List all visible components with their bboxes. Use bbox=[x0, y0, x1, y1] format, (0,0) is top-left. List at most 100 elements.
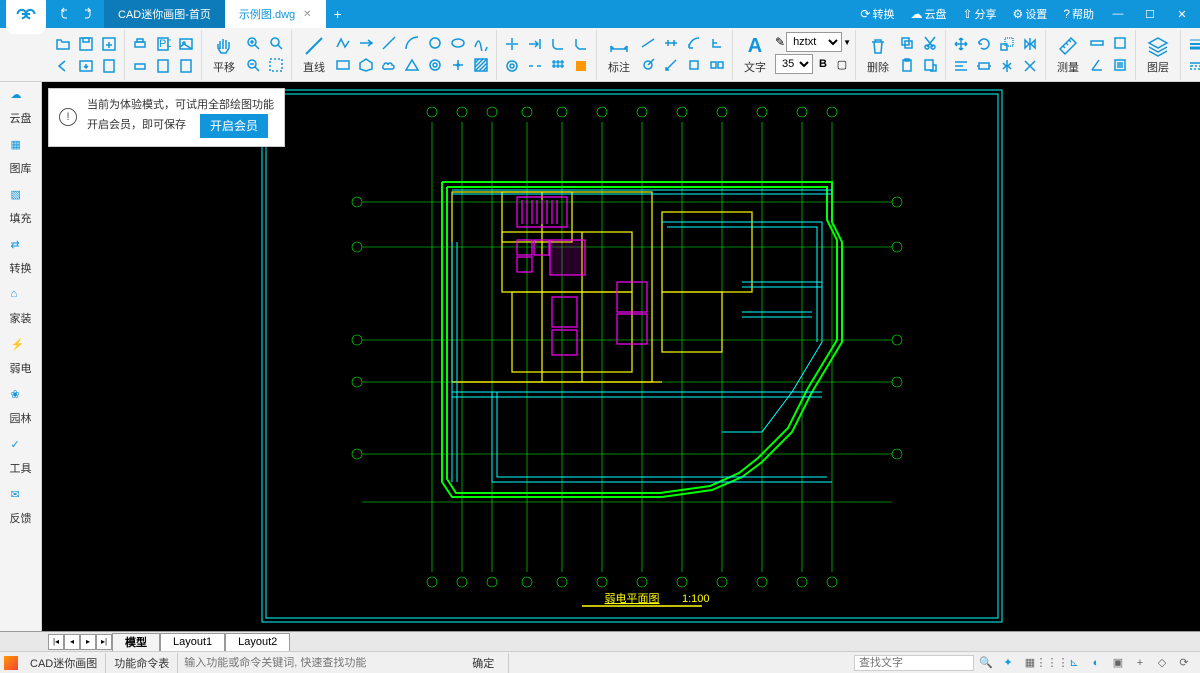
list-icon[interactable] bbox=[1109, 54, 1131, 76]
dim7-icon[interactable] bbox=[683, 54, 705, 76]
tab-layout1[interactable]: Layout1 bbox=[160, 633, 225, 651]
text-tool[interactable]: A 文字 bbox=[737, 32, 773, 77]
extend-icon[interactable] bbox=[524, 33, 546, 55]
maximize-button[interactable]: ☐ bbox=[1136, 0, 1164, 28]
settings-button[interactable]: ⚙ 设置 bbox=[1007, 2, 1054, 26]
help-button[interactable]: ? 帮助 bbox=[1057, 2, 1100, 26]
nav-last[interactable]: ▸| bbox=[96, 634, 112, 650]
sidebar-item-home[interactable]: ⌂家装 bbox=[0, 282, 41, 332]
search-icon[interactable]: 🔍 bbox=[976, 654, 996, 672]
ray-icon[interactable] bbox=[355, 32, 377, 54]
saveas-icon[interactable] bbox=[98, 33, 120, 55]
zoomout-icon[interactable] bbox=[242, 54, 264, 76]
new-icon[interactable] bbox=[98, 55, 120, 77]
paste2-icon[interactable] bbox=[919, 54, 941, 76]
hatch-icon[interactable] bbox=[470, 54, 492, 76]
sidebar-item-fill[interactable]: ▧填充 bbox=[0, 182, 41, 232]
copy-icon[interactable] bbox=[896, 32, 918, 54]
rect-icon[interactable] bbox=[332, 54, 354, 76]
image-icon[interactable] bbox=[175, 33, 197, 55]
undo-button[interactable] bbox=[52, 2, 76, 26]
dist-icon[interactable] bbox=[1086, 32, 1108, 54]
tab-layout2[interactable]: Layout2 bbox=[225, 633, 290, 651]
osnap-icon[interactable]: ▣ bbox=[1108, 654, 1128, 672]
frame-button[interactable]: ▢ bbox=[833, 55, 851, 73]
sidebar-item-garden[interactable]: ❀园林 bbox=[0, 382, 41, 432]
export-icon[interactable] bbox=[75, 55, 97, 77]
snap-icon[interactable]: ✦ bbox=[998, 654, 1018, 672]
ortho-icon[interactable]: ⊾ bbox=[1064, 654, 1084, 672]
sync-icon[interactable]: ⟳ bbox=[1174, 654, 1194, 672]
cut-icon[interactable] bbox=[919, 32, 941, 54]
dim5-icon[interactable] bbox=[637, 54, 659, 76]
offset-icon[interactable] bbox=[501, 55, 523, 77]
redo-button[interactable] bbox=[76, 2, 100, 26]
polyline-icon[interactable] bbox=[332, 32, 354, 54]
layer-tool[interactable]: 图层 bbox=[1140, 32, 1176, 77]
cloud-button[interactable]: ☁ 云盘 bbox=[904, 2, 952, 26]
dim8-icon[interactable] bbox=[706, 54, 728, 76]
area-icon[interactable] bbox=[1109, 32, 1131, 54]
font-select[interactable]: hztxt bbox=[786, 32, 842, 52]
zoomin-icon[interactable] bbox=[242, 32, 264, 54]
stretch-icon[interactable] bbox=[973, 55, 995, 77]
upgrade-button[interactable]: 开启会员 bbox=[200, 114, 268, 138]
zoomfit-icon[interactable] bbox=[265, 32, 287, 54]
block-icon[interactable] bbox=[570, 55, 592, 77]
circle-icon[interactable] bbox=[424, 32, 446, 54]
minimize-button[interactable]: — bbox=[1104, 0, 1132, 28]
print2-icon[interactable] bbox=[129, 55, 151, 77]
explode-icon[interactable] bbox=[1019, 55, 1041, 77]
command-input[interactable] bbox=[178, 657, 458, 669]
paste-icon[interactable] bbox=[896, 54, 918, 76]
bold-button[interactable]: B bbox=[814, 55, 832, 73]
annotate-tool[interactable]: 标注 bbox=[601, 32, 637, 77]
break-icon[interactable] bbox=[524, 55, 546, 77]
sidebar-item-cloud[interactable]: ☁云盘 bbox=[0, 82, 41, 132]
new-tab-button[interactable]: + bbox=[326, 0, 350, 28]
polar-icon[interactable]: ◐ bbox=[1086, 654, 1106, 672]
rotate-icon[interactable] bbox=[973, 33, 995, 55]
sidebar-item-tools[interactable]: ✓工具 bbox=[0, 432, 41, 482]
coord-icon[interactable]: ◇ bbox=[1152, 654, 1172, 672]
trim-icon[interactable] bbox=[501, 33, 523, 55]
dim3-icon[interactable] bbox=[683, 32, 705, 54]
open-icon[interactable] bbox=[52, 33, 74, 55]
add-icon[interactable]: + bbox=[1130, 654, 1150, 672]
sidebar-item-elec[interactable]: ⚡弱电 bbox=[0, 332, 41, 382]
sidebar-item-gallery[interactable]: ▦图库 bbox=[0, 132, 41, 182]
nav-next[interactable]: ▸ bbox=[80, 634, 96, 650]
confirm-button[interactable]: 确定 bbox=[458, 653, 509, 673]
scale-icon[interactable] bbox=[996, 33, 1018, 55]
nav-first[interactable]: |◂ bbox=[48, 634, 64, 650]
tab-document[interactable]: 示例图.dwg✕ bbox=[225, 0, 326, 28]
dim4-icon[interactable] bbox=[706, 32, 728, 54]
mirror-icon[interactable] bbox=[1019, 33, 1041, 55]
print-icon[interactable] bbox=[129, 33, 151, 55]
save-icon[interactable] bbox=[75, 33, 97, 55]
status-cmd[interactable]: 功能命令表 bbox=[106, 653, 178, 673]
nav-prev[interactable]: ◂ bbox=[64, 634, 80, 650]
point-icon[interactable] bbox=[447, 54, 469, 76]
convert-button[interactable]: ⟳ 转换 bbox=[854, 2, 900, 26]
size-select[interactable]: 350 bbox=[775, 54, 813, 74]
linetype-icon[interactable] bbox=[1185, 55, 1200, 77]
zoomwin-icon[interactable] bbox=[265, 54, 287, 76]
share-button[interactable]: ⇧ 分享 bbox=[956, 2, 1002, 26]
chamfer-icon[interactable] bbox=[570, 33, 592, 55]
grid2-icon[interactable]: ⋮⋮⋮ bbox=[1042, 654, 1062, 672]
sidebar-item-convert[interactable]: ⇄转换 bbox=[0, 232, 41, 282]
triangle-icon[interactable] bbox=[401, 54, 423, 76]
close-icon[interactable]: ✕ bbox=[303, 9, 311, 20]
move-icon[interactable] bbox=[950, 33, 972, 55]
tab-model[interactable]: 模型 bbox=[112, 633, 160, 651]
lineweight-icon[interactable] bbox=[1185, 33, 1200, 55]
dim6-icon[interactable] bbox=[660, 54, 682, 76]
array-icon[interactable] bbox=[547, 55, 569, 77]
window-close-button[interactable]: ✕ bbox=[1168, 0, 1196, 28]
ellipse-icon[interactable] bbox=[447, 32, 469, 54]
mirror2-icon[interactable] bbox=[996, 55, 1018, 77]
dim2-icon[interactable] bbox=[660, 32, 682, 54]
back-icon[interactable] bbox=[52, 55, 74, 77]
canvas[interactable]: ! 当前为体验模式，可试用全部绘图功能 开启会员，即可保存 开启会员 bbox=[42, 82, 1200, 631]
